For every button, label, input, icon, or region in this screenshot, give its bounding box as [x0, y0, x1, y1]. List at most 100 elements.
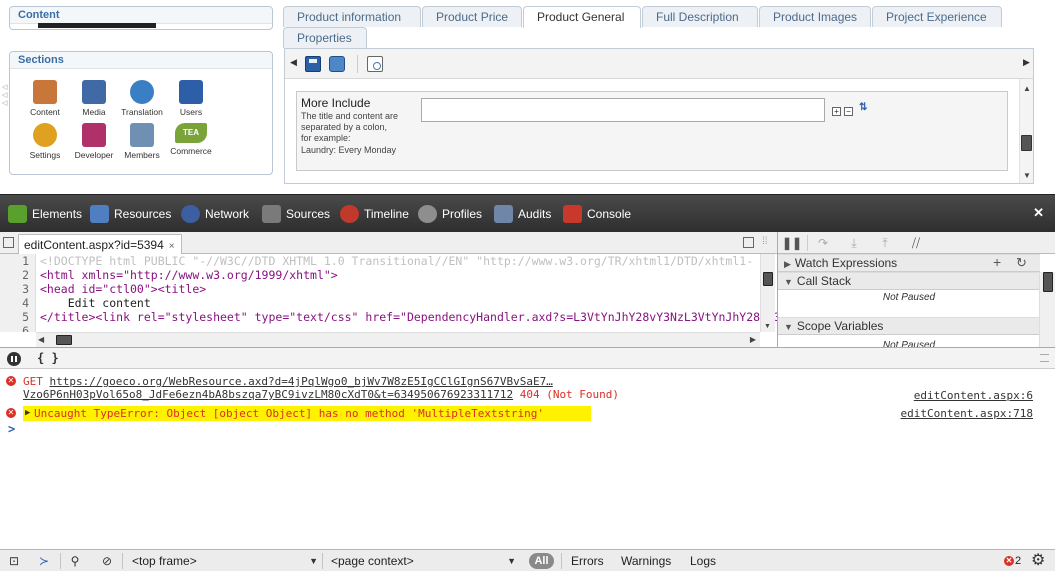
- section-users[interactable]: Users: [166, 80, 216, 117]
- call-stack-header[interactable]: ▼ Call Stack: [778, 272, 1040, 290]
- error-count[interactable]: 2: [1015, 553, 1021, 569]
- message-source-link[interactable]: editContent.aspx:6: [914, 389, 1033, 402]
- scope-variables-status: Not Paused: [882, 340, 936, 347]
- editor-scroll-thumb[interactable]: [1021, 135, 1032, 151]
- step-over-icon[interactable]: ↷: [811, 234, 835, 252]
- file-tab-close-icon[interactable]: ×: [169, 241, 175, 252]
- console-prompt[interactable]: >: [8, 423, 15, 436]
- scope-variables-header[interactable]: ▼ Scope Variables: [778, 317, 1040, 335]
- pause-script-icon[interactable]: ❚❚: [780, 234, 804, 252]
- expanded-triangle-icon: ▼: [784, 322, 793, 332]
- type-error-text[interactable]: Uncaught TypeError: Object [object Objec…: [34, 407, 544, 420]
- refresh-watch-icon[interactable]: ↻: [1016, 255, 1027, 270]
- filter-all-button[interactable]: All: [529, 553, 554, 569]
- devtools-close-icon[interactable]: ✕: [1033, 206, 1044, 220]
- code-vscroll-thumb[interactable]: [763, 272, 773, 286]
- section-settings[interactable]: Settings: [20, 123, 70, 160]
- settings-icon: [33, 123, 57, 147]
- line-number[interactable]: 4: [0, 296, 29, 310]
- content-icon: [33, 80, 57, 104]
- search-icon[interactable]: ⚲: [68, 554, 82, 568]
- save-icon[interactable]: [305, 56, 321, 72]
- add-row-icon[interactable]: +: [832, 107, 841, 116]
- request-url-line1[interactable]: https://goeco.org/WebResource.axd?d=4jPq…: [50, 375, 553, 388]
- clear-console-icon[interactable]: ⊘: [100, 554, 114, 568]
- code-scroll-down-icon[interactable]: ▼: [764, 323, 771, 330]
- editor-scrollbar[interactable]: ▲ ▼: [1019, 79, 1033, 183]
- file-tab[interactable]: editContent.aspx?id=5394 ×: [18, 234, 182, 254]
- pretty-print-icon[interactable]: { }: [37, 351, 59, 365]
- chevron-down-icon: ▼: [309, 556, 318, 566]
- section-members[interactable]: Members: [117, 123, 167, 160]
- section-label: Settings: [29, 150, 61, 160]
- scroll-up-icon[interactable]: ▲: [1023, 84, 1031, 93]
- message-source-link[interactable]: editContent.aspx:718: [901, 407, 1033, 420]
- error-count-icon[interactable]: ✕: [1004, 556, 1014, 566]
- tab-product-images[interactable]: Product Images: [759, 6, 871, 27]
- line-number[interactable]: 5: [0, 310, 29, 324]
- pause-on-exceptions-icon[interactable]: [7, 352, 21, 366]
- devtools-toolbar: Elements Resources Network Sources Timeline P…: [0, 194, 1055, 232]
- code-scroll-right-icon[interactable]: ▶: [750, 335, 756, 344]
- debugger-scroll-thumb[interactable]: [1043, 272, 1053, 292]
- code-scroll-left-icon[interactable]: ◀: [38, 335, 44, 344]
- toolbar-right-arrow-icon[interactable]: ▶: [1023, 57, 1030, 68]
- debugger-toggle-icon[interactable]: [743, 237, 754, 248]
- deactivate-breakpoints-icon[interactable]: ⧸⧸: [904, 234, 928, 252]
- toolbar-left-arrow-icon[interactable]: ◀: [290, 57, 297, 68]
- tab-full-description[interactable]: Full Description: [642, 6, 758, 27]
- sort-icon[interactable]: ⇅: [859, 102, 871, 114]
- line-number[interactable]: 1: [0, 254, 29, 268]
- context-select[interactable]: <page context> ▼: [331, 553, 516, 569]
- step-out-icon[interactable]: ⤒: [873, 234, 897, 252]
- navigator-toggle-icon[interactable]: [3, 237, 14, 248]
- section-label: Translation: [121, 107, 163, 117]
- dock-icon[interactable]: ⊡: [7, 554, 21, 568]
- debugger-scrollbar[interactable]: [1039, 272, 1055, 347]
- gear-icon[interactable]: ⚙: [1031, 553, 1047, 569]
- show-console-icon[interactable]: ≻: [37, 554, 51, 568]
- preview-icon[interactable]: [367, 56, 383, 72]
- section-label: Developer: [74, 150, 114, 160]
- step-into-icon[interactable]: ⤓: [842, 234, 866, 252]
- code-hscroll-thumb[interactable]: [56, 335, 72, 345]
- status-divider: [561, 553, 562, 569]
- frame-select[interactable]: <top frame> ▼: [132, 553, 318, 569]
- section-media[interactable]: Media: [69, 80, 119, 117]
- tab-product-information[interactable]: Product information: [283, 6, 421, 27]
- tab-project-experience[interactable]: Project Experience: [872, 6, 1002, 27]
- line-number[interactable]: 3: [0, 282, 29, 296]
- tab-product-general[interactable]: Product General: [523, 6, 641, 28]
- add-watch-icon[interactable]: +: [993, 255, 1001, 270]
- console-error-message: ✕ GET https://goeco.org/WebResource.axd?…: [0, 375, 1055, 405]
- remove-row-icon[interactable]: −: [844, 107, 853, 116]
- section-translation[interactable]: Translation: [117, 80, 167, 117]
- section-content[interactable]: Content: [20, 80, 70, 117]
- devtools-tab-label: Audits: [518, 207, 552, 221]
- save-and-publish-icon[interactable]: [329, 56, 345, 72]
- section-developer[interactable]: Developer: [69, 123, 119, 160]
- expand-stack-icon[interactable]: ▶: [25, 407, 30, 420]
- splitter-grip-icon[interactable]: ⁞⁞: [762, 236, 768, 247]
- scroll-down-icon[interactable]: ▼: [1023, 171, 1031, 180]
- console-error-message: ✕ ▶ Uncaught TypeError: Object [object O…: [0, 406, 1055, 422]
- translation-icon: [130, 80, 154, 104]
- request-url-line2[interactable]: Vzo6P6nH03pVol65o8_JdFe6ezn4bA8bszqa7yBC…: [23, 388, 513, 401]
- section-label: Media: [82, 107, 106, 117]
- sources-file-tabs: editContent.aspx?id=5394 × ⁞⁞: [0, 232, 777, 254]
- tab-product-price[interactable]: Product Price: [422, 6, 522, 27]
- tab-properties[interactable]: Properties: [283, 27, 367, 48]
- line-number[interactable]: 6: [0, 324, 29, 332]
- filter-errors-button[interactable]: Errors: [571, 553, 604, 569]
- line-number[interactable]: 2: [0, 268, 29, 282]
- section-commerce[interactable]: TEA Commerce: [166, 123, 216, 156]
- drawer-resize-grip-icon[interactable]: [1040, 354, 1049, 362]
- filter-logs-button[interactable]: Logs: [690, 553, 716, 569]
- filter-warnings-button[interactable]: Warnings: [621, 553, 671, 569]
- more-include-input[interactable]: [421, 98, 825, 122]
- collapse-arrows-icon[interactable]: ◁ ◁ ◁: [2, 84, 7, 108]
- code-horizontal-scrollbar[interactable]: ◀ ▶: [36, 332, 760, 347]
- code-editor[interactable]: 123456 <!DOCTYPE html PUBLIC "-//W3C//DT…: [0, 254, 777, 332]
- code-vertical-scrollbar[interactable]: ▼: [760, 254, 775, 332]
